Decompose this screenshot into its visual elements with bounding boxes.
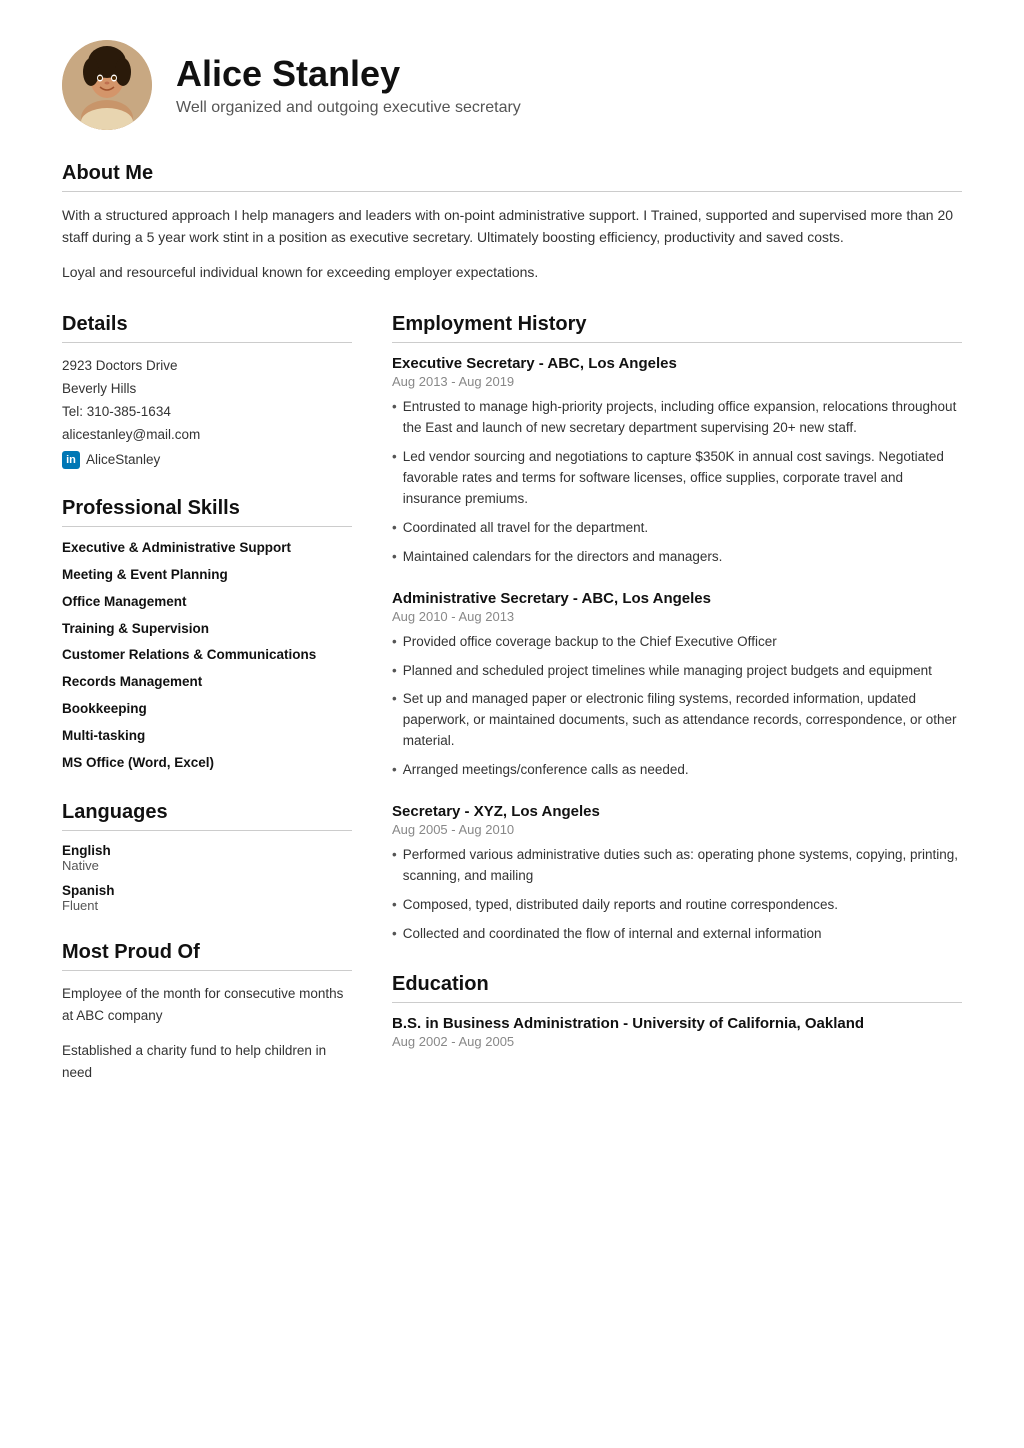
job-2-bullets: Performed various administrative duties … xyxy=(392,845,962,945)
two-column-layout: Details 2923 Doctors Drive Beverly Hills… xyxy=(62,313,962,1111)
skill-6: Bookkeeping xyxy=(62,700,352,719)
education-title: Education xyxy=(392,973,962,1003)
job-2-title: Secretary - XYZ, Los Angeles xyxy=(392,803,962,820)
skill-3: Training & Supervision xyxy=(62,620,352,639)
job-1-title: Administrative Secretary - ABC, Los Ange… xyxy=(392,590,962,607)
linkedin-handle: AliceStanley xyxy=(86,452,160,467)
candidate-subtitle: Well organized and outgoing executive se… xyxy=(176,99,521,117)
about-para-2: Loyal and resourceful individual known f… xyxy=(62,261,962,283)
skill-5: Records Management xyxy=(62,673,352,692)
address-line1: 2923 Doctors Drive xyxy=(62,355,352,378)
about-section: About Me With a structured approach I he… xyxy=(62,162,962,283)
skills-section: Professional Skills Executive & Administ… xyxy=(62,497,352,773)
proud-section: Most Proud Of Employee of the month for … xyxy=(62,941,352,1083)
edu-0-dates: Aug 2002 - Aug 2005 xyxy=(392,1034,962,1049)
edu-0-degree: B.S. in Business Administration - Univer… xyxy=(392,1015,962,1032)
candidate-name: Alice Stanley xyxy=(176,53,521,94)
header-text: Alice Stanley Well organized and outgoin… xyxy=(176,53,521,116)
about-title: About Me xyxy=(62,162,962,192)
job-0-title: Executive Secretary - ABC, Los Angeles xyxy=(392,355,962,372)
proud-0: Employee of the month for consecutive mo… xyxy=(62,983,352,1026)
job-2: Secretary - XYZ, Los Angeles Aug 2005 - … xyxy=(392,803,962,945)
skill-4: Customer Relations & Communications xyxy=(62,646,352,665)
language-0-name: English xyxy=(62,843,352,858)
skills-title: Professional Skills xyxy=(62,497,352,527)
job-1-dates: Aug 2010 - Aug 2013 xyxy=(392,609,962,624)
left-column: Details 2923 Doctors Drive Beverly Hills… xyxy=(62,313,352,1111)
job-0-bullet-3: Maintained calendars for the directors a… xyxy=(392,547,962,568)
job-2-dates: Aug 2005 - Aug 2010 xyxy=(392,822,962,837)
avatar xyxy=(62,40,152,130)
job-0-dates: Aug 2013 - Aug 2019 xyxy=(392,374,962,389)
job-1-bullet-1: Planned and scheduled project timelines … xyxy=(392,661,962,682)
proud-title: Most Proud Of xyxy=(62,941,352,971)
languages-title: Languages xyxy=(62,801,352,831)
linkedin-icon: in xyxy=(62,451,80,469)
job-0-bullet-2: Coordinated all travel for the departmen… xyxy=(392,518,962,539)
right-column: Employment History Executive Secretary -… xyxy=(392,313,962,1111)
job-2-bullet-0: Performed various administrative duties … xyxy=(392,845,962,887)
language-1: Spanish Fluent xyxy=(62,883,352,913)
education-section: Education B.S. in Business Administratio… xyxy=(392,973,962,1049)
job-2-bullet-2: Collected and coordinated the flow of in… xyxy=(392,924,962,945)
proud-1: Established a charity fund to help child… xyxy=(62,1040,352,1083)
skill-1: Meeting & Event Planning xyxy=(62,566,352,585)
resume-header: Alice Stanley Well organized and outgoin… xyxy=(62,40,962,130)
employment-title: Employment History xyxy=(392,313,962,343)
language-1-name: Spanish xyxy=(62,883,352,898)
skill-0: Executive & Administrative Support xyxy=(62,539,352,558)
skill-2: Office Management xyxy=(62,593,352,612)
address-line2: Beverly Hills xyxy=(62,378,352,401)
job-2-bullet-1: Composed, typed, distributed daily repor… xyxy=(392,895,962,916)
job-1-bullets: Provided office coverage backup to the C… xyxy=(392,632,962,782)
job-0-bullet-0: Entrusted to manage high-priority projec… xyxy=(392,397,962,439)
job-1-bullet-3: Arranged meetings/conference calls as ne… xyxy=(392,760,962,781)
phone: Tel: 310-385-1634 xyxy=(62,401,352,424)
about-para-1: With a structured approach I help manage… xyxy=(62,204,962,249)
details-section: Details 2923 Doctors Drive Beverly Hills… xyxy=(62,313,352,469)
job-0: Executive Secretary - ABC, Los Angeles A… xyxy=(392,355,962,567)
email: alicestanley@mail.com xyxy=(62,424,352,447)
languages-section: Languages English Native Spanish Fluent xyxy=(62,801,352,913)
language-0: English Native xyxy=(62,843,352,873)
job-1-bullet-0: Provided office coverage backup to the C… xyxy=(392,632,962,653)
job-1: Administrative Secretary - ABC, Los Ange… xyxy=(392,590,962,782)
language-0-level: Native xyxy=(62,858,352,873)
job-0-bullets: Entrusted to manage high-priority projec… xyxy=(392,397,962,567)
employment-section: Employment History Executive Secretary -… xyxy=(392,313,962,945)
edu-0: B.S. in Business Administration - Univer… xyxy=(392,1015,962,1049)
details-title: Details xyxy=(62,313,352,343)
language-1-level: Fluent xyxy=(62,898,352,913)
linkedin-row: in AliceStanley xyxy=(62,451,352,469)
job-0-bullet-1: Led vendor sourcing and negotiations to … xyxy=(392,447,962,510)
job-1-bullet-2: Set up and managed paper or electronic f… xyxy=(392,689,962,752)
skill-7: Multi-tasking xyxy=(62,727,352,746)
skill-8: MS Office (Word, Excel) xyxy=(62,754,352,773)
